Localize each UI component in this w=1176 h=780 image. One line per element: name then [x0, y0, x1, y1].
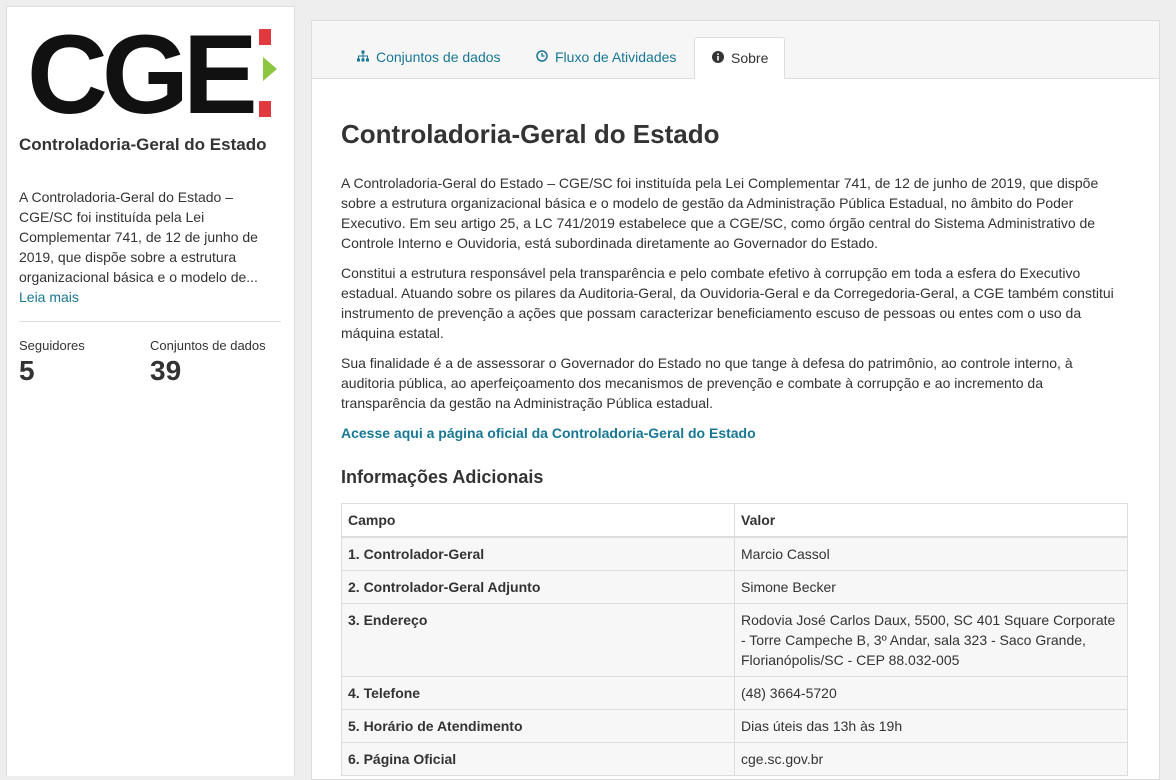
- about-paragraph-2: Constitui a estrutura responsável pela t…: [341, 265, 1114, 341]
- followers-label: Seguidores: [19, 338, 85, 353]
- table-row: 2. Controlador-Geral Adjunto Simone Beck…: [341, 570, 1128, 604]
- tab-about-label: Sobre: [731, 50, 769, 66]
- tab-bar: Conjuntos de dados Fluxo de Atividades S…: [312, 21, 1159, 79]
- additional-info-title: Informações Adicionais: [341, 467, 544, 487]
- table-row: 3. Endereço Rodovia José Carlos Daux, 55…: [341, 603, 1128, 677]
- table-row: 5. Horário de Atendimento Dias úteis das…: [341, 709, 1128, 743]
- sidebar-divider: [19, 321, 281, 322]
- table-cell-field: 1. Controlador-Geral: [341, 536, 735, 571]
- org-description-text: A Controladoria-Geral do Estado – CGE/SC…: [19, 189, 258, 285]
- tab-activity[interactable]: Fluxo de Atividades: [519, 37, 692, 77]
- table-cell-value: Simone Becker: [734, 570, 1128, 604]
- datasets-count: 39: [150, 355, 182, 386]
- about-paragraph-1: A Controladoria-Geral do Estado – CGE/SC…: [341, 175, 1099, 251]
- sidebar: CGE Controladoria-Geral do Estado A Cont…: [6, 6, 295, 776]
- tab-datasets[interactable]: Conjuntos de dados: [340, 37, 517, 77]
- about-paragraph-3: Sua finalidade é a de assessorar o Gover…: [341, 355, 1073, 411]
- read-more-link[interactable]: Leia mais: [19, 287, 281, 307]
- table-row: 4. Telefone (48) 3664-5720: [341, 676, 1128, 710]
- table-cell-field: 5. Horário de Atendimento: [341, 709, 735, 743]
- table-cell-field: 4. Telefone: [341, 676, 735, 710]
- table-cell-field: 6. Página Oficial: [341, 742, 735, 776]
- tab-datasets-label: Conjuntos de dados: [376, 49, 501, 65]
- org-logo[interactable]: CGE: [27, 12, 279, 137]
- table-cell-value: Rodovia José Carlos Daux, 5500, SC 401 S…: [734, 603, 1128, 677]
- page-title: Controladoria-Geral do Estado: [341, 119, 720, 149]
- clock-icon: [535, 38, 549, 78]
- table-header-row: Campo Valor: [341, 503, 1128, 538]
- table-header-field: Campo: [341, 503, 735, 538]
- main-panel: Conjuntos de dados Fluxo de Atividades S…: [311, 20, 1160, 780]
- followers-stat: Seguidores 5: [19, 338, 85, 388]
- sitemap-icon: [356, 38, 370, 78]
- official-page-link[interactable]: Acesse aqui a página oficial da Controla…: [341, 425, 756, 441]
- org-title: Controladoria-Geral do Estado: [19, 135, 267, 154]
- table-cell-value: (48) 3664-5720: [734, 676, 1128, 710]
- info-icon: [711, 39, 725, 79]
- datasets-label: Conjuntos de dados: [150, 338, 266, 353]
- table-row: 1. Controlador-Geral Marcio Cassol: [341, 536, 1128, 571]
- tab-activity-label: Fluxo de Atividades: [555, 49, 677, 65]
- additional-info-table: Campo Valor 1. Controlador-Geral Marcio …: [341, 503, 1128, 776]
- tab-about[interactable]: Sobre: [694, 37, 786, 79]
- table-cell-value: Dias úteis das 13h às 19h: [734, 709, 1128, 743]
- table-cell-value: Marcio Cassol: [734, 536, 1128, 571]
- followers-count: 5: [19, 355, 35, 386]
- datasets-stat: Conjuntos de dados 39: [150, 338, 266, 388]
- table-cell-value: cge.sc.gov.br: [734, 742, 1128, 776]
- table-row: 6. Página Oficial cge.sc.gov.br: [341, 742, 1128, 776]
- table-cell-field: 3. Endereço: [341, 603, 735, 677]
- logo-text: CGE: [27, 25, 254, 125]
- about-content: Controladoria-Geral do Estado A Controla…: [341, 117, 1127, 489]
- org-description: A Controladoria-Geral do Estado – CGE/SC…: [19, 187, 281, 307]
- table-cell-field: 2. Controlador-Geral Adjunto: [341, 570, 735, 604]
- table-header-value: Valor: [734, 503, 1128, 538]
